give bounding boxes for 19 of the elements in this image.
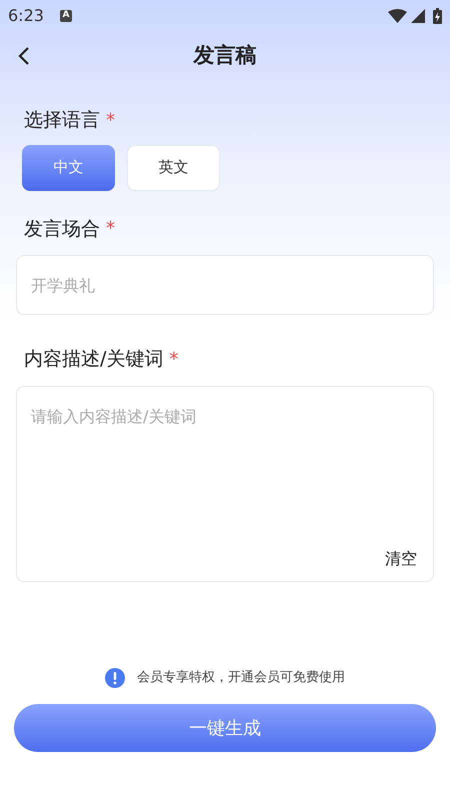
wifi-icon	[388, 9, 407, 23]
field-label: 发言场合	[24, 216, 100, 242]
notification-badge: A	[60, 10, 72, 22]
required-mark: *	[169, 348, 178, 372]
occasion-input[interactable]: 开学典礼	[16, 255, 434, 315]
signal-icon	[411, 9, 425, 23]
field-label: 选择语言	[24, 108, 100, 133]
required-mark: *	[106, 217, 115, 242]
status-time: 6:23	[8, 5, 44, 27]
field-label: 内容描述/关键词	[24, 347, 164, 372]
back-icon	[18, 46, 30, 66]
clear-button[interactable]: 清空	[385, 546, 417, 570]
language-option[interactable]: 英文	[127, 144, 220, 190]
description-box[interactable]: 请输入内容描述/关键词 清空	[16, 386, 434, 582]
member-notice: 会员专享特权，开通会员可免费使用	[137, 669, 345, 688]
page-title: 发言稿	[194, 42, 256, 70]
battery-icon	[433, 8, 442, 24]
required-mark: *	[106, 108, 115, 133]
info-icon	[105, 668, 125, 688]
